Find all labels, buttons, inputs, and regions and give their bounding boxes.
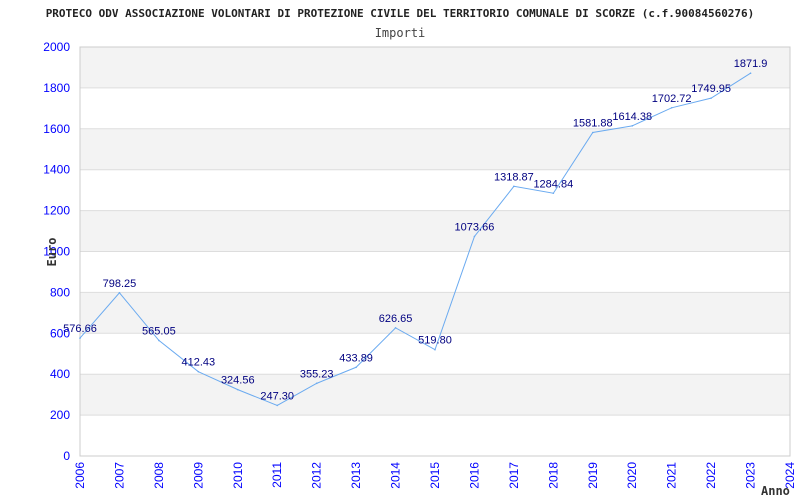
y-tick-label: 1600 [43,122,70,136]
x-tick-label: 2022 [704,462,718,489]
data-point [434,348,436,351]
x-axis-label: Anno [761,484,790,498]
data-label: 1871.9 [734,58,768,70]
data-label: 576.66 [63,323,97,335]
x-tick-label: 2007 [112,462,126,489]
data-label: 355.23 [300,368,334,380]
data-point [276,404,279,407]
data-point [749,72,752,74]
x-tick-label: 2010 [231,462,245,489]
data-label: 1749.95 [691,83,731,95]
data-label: 1702.72 [652,93,692,105]
y-tick-label: 1200 [43,204,70,218]
data-point [158,339,160,342]
data-label: 433.89 [339,352,373,364]
data-label: 1318.87 [494,171,534,183]
data-point [79,337,81,339]
y-tick-label: 1400 [43,163,70,177]
x-tick-label: 2017 [507,462,521,489]
x-tick-label: 2006 [73,462,87,489]
data-label: 1284.84 [533,178,573,190]
y-tick-label: 200 [50,408,70,422]
data-label: 324.56 [221,375,255,387]
data-point [473,235,476,238]
data-point [118,291,121,294]
chart-title: PROTECO ODV ASSOCIAZIONE VOLONTARI DI PR… [46,7,755,20]
x-tick-label: 2016 [467,462,481,489]
data-point [236,388,239,391]
x-tick-label: 2021 [665,462,679,489]
y-tick-label: 1800 [43,81,70,95]
data-point [394,327,397,329]
y-tick-label: 800 [50,285,70,299]
x-tick-label: 2011 [270,462,284,488]
line-chart: PROTECO ODV ASSOCIAZIONE VOLONTARI DI PR… [43,7,797,498]
data-point [591,131,594,134]
data-point [197,370,200,373]
data-label: 798.25 [103,278,137,290]
x-tick-label: 2023 [744,462,758,489]
grid-band [80,292,790,334]
data-point [670,106,673,109]
x-tick-label: 2019 [586,462,600,489]
data-label: 565.05 [142,325,176,337]
grid-band [80,128,790,170]
x-tick-label: 2020 [625,462,639,489]
data-point [355,366,357,369]
data-point [631,125,634,127]
x-tick-label: 2009 [191,462,205,489]
x-tick-label: 2013 [349,462,363,489]
data-point [710,97,712,99]
data-label: 1581.88 [573,118,613,130]
x-tick-label: 2018 [546,462,560,489]
y-axis-label: Euro [45,238,59,267]
x-tick-label: 2012 [310,462,324,489]
grid-band [80,374,790,416]
data-label: 519.80 [418,335,452,347]
x-tick-label: 2015 [428,462,442,489]
grid-band [80,47,790,88]
x-tick-label: 2014 [389,462,403,489]
data-label: 412.43 [182,357,216,369]
data-point [513,185,515,188]
chart-subtitle: Importi [375,26,426,40]
y-tick-label: 0 [63,449,70,463]
y-tick-label: 2000 [43,40,70,54]
x-tick-label: 2008 [152,462,166,489]
data-label: 247.30 [260,390,294,402]
data-point [552,192,555,195]
y-tick-label: 400 [50,367,70,381]
grid-band [80,210,790,252]
data-label: 626.65 [379,313,413,325]
data-label: 1614.38 [612,111,652,123]
data-point [315,382,318,385]
data-label: 1073.66 [455,221,495,233]
